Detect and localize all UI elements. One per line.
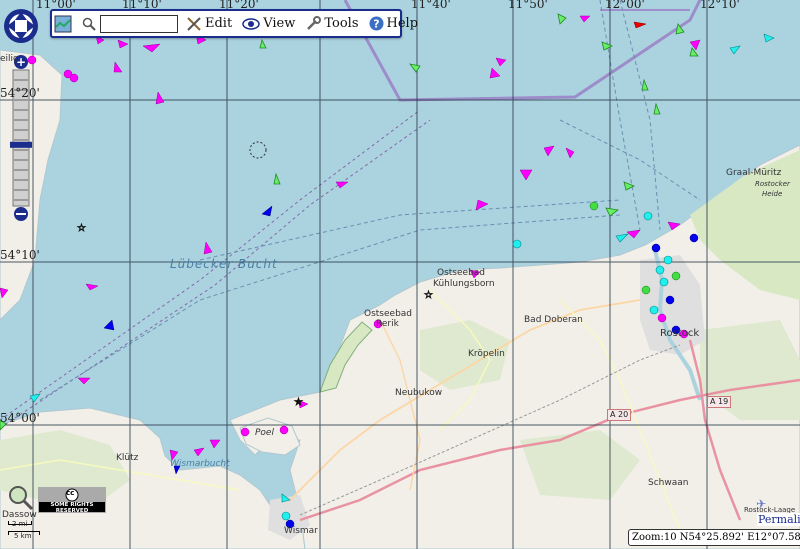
magnifier-icon bbox=[82, 17, 96, 31]
scale-km: 5 km bbox=[14, 532, 32, 540]
place-label: Graal-Müritz bbox=[726, 168, 782, 178]
ship-dot bbox=[589, 201, 599, 211]
place-label: Wismar bbox=[284, 526, 318, 536]
search-button[interactable] bbox=[80, 13, 98, 34]
longitude-label: 11°50' bbox=[508, 0, 548, 11]
cc-symbol: cc bbox=[66, 489, 75, 497]
ship-dot bbox=[279, 425, 289, 435]
longitude-label: 11°20' bbox=[219, 0, 259, 11]
longitude-label: 12°10' bbox=[700, 0, 740, 11]
place-label: Klütz bbox=[116, 453, 139, 463]
search-input[interactable] bbox=[100, 14, 178, 33]
scale-mi: 2 mi bbox=[12, 520, 28, 528]
star-icon: ★ bbox=[294, 397, 303, 408]
ship-dot bbox=[671, 271, 681, 281]
latitude-label: 54°20' bbox=[0, 86, 40, 100]
pan-control[interactable] bbox=[4, 9, 38, 43]
edit-tools-icon bbox=[187, 16, 201, 31]
help-icon: ? bbox=[369, 16, 383, 31]
cc-text: SOME RIGHTS RESERVED bbox=[50, 502, 94, 514]
eye-icon bbox=[242, 17, 260, 30]
ship-dot bbox=[281, 511, 291, 521]
cc-license-badge[interactable]: cc SOME RIGHTS RESERVED bbox=[38, 487, 106, 514]
longitude-label: 11°00' bbox=[36, 0, 76, 11]
place-label: Poel bbox=[255, 428, 274, 438]
ship-dot bbox=[240, 427, 250, 437]
longitude-label: 11°10' bbox=[122, 0, 162, 11]
place-label: Ostseebad bbox=[437, 268, 486, 278]
view-menu-label: View bbox=[263, 16, 296, 31]
ship-dot bbox=[665, 295, 675, 305]
ship-dot bbox=[643, 211, 653, 221]
main-toolbar: Edit View Tools ? Help bbox=[50, 9, 418, 38]
view-menu-button[interactable]: View bbox=[240, 13, 297, 34]
tools-menu-button[interactable]: Tools bbox=[303, 13, 360, 34]
place-label: Rerik bbox=[376, 319, 399, 329]
ship-dot bbox=[657, 313, 667, 323]
svg-text:?: ? bbox=[373, 18, 379, 31]
ship-dot bbox=[655, 265, 665, 275]
place-label: Neubukow bbox=[395, 388, 443, 398]
map-icon bbox=[54, 15, 72, 32]
ship-dot bbox=[651, 243, 661, 253]
zoom-slider-handle[interactable] bbox=[10, 141, 32, 148]
place-label: Rostock bbox=[660, 328, 700, 339]
road-label: A 20 bbox=[607, 409, 632, 421]
longitude-label: 12°00' bbox=[605, 0, 645, 11]
ship-dot bbox=[689, 233, 699, 243]
help-menu-label: Help bbox=[386, 16, 419, 31]
map-layer-button[interactable] bbox=[52, 13, 74, 34]
status-bar: Zoom:10 N54°25.892' E12°07.585' bbox=[628, 529, 800, 546]
tools-menu-label: Tools bbox=[324, 16, 359, 31]
place-label: Wismarbucht bbox=[170, 459, 230, 469]
nautical-map[interactable]: ☆ ☆ ★ ✈ bbox=[0, 0, 800, 549]
star-icon: ☆ bbox=[424, 290, 433, 301]
magnifier-icon[interactable] bbox=[8, 485, 34, 511]
ship-dot bbox=[659, 277, 669, 287]
latitude-label: 54°10' bbox=[0, 248, 40, 262]
zoom-control[interactable]: + bbox=[4, 4, 38, 222]
place-label: Schwaan bbox=[648, 478, 689, 488]
ship-dot bbox=[641, 285, 651, 295]
place-label: Heide bbox=[762, 190, 783, 198]
ship-dot bbox=[663, 255, 673, 265]
place-label: Ostseebad bbox=[364, 309, 413, 319]
help-menu-button[interactable]: ? Help bbox=[367, 13, 421, 34]
place-label: Bad Doberan bbox=[524, 315, 583, 325]
road-label: A 19 bbox=[707, 396, 732, 408]
permalink-link[interactable]: Permalink bbox=[757, 513, 800, 526]
place-label: Kröpelin bbox=[468, 349, 505, 359]
wrench-icon bbox=[307, 15, 322, 30]
scale-bar: 2 mi 5 km bbox=[8, 518, 48, 542]
edit-menu-button[interactable]: Edit bbox=[184, 13, 234, 34]
star-icon: ☆ bbox=[77, 223, 86, 234]
ship-dot bbox=[649, 305, 659, 315]
latitude-label: 54°00' bbox=[0, 411, 40, 425]
zoom-out-button[interactable] bbox=[14, 207, 28, 221]
ship-dot bbox=[69, 73, 79, 83]
ship-dot bbox=[512, 239, 522, 249]
place-label: Kühlungsborn bbox=[433, 279, 495, 289]
longitude-label: 11°40' bbox=[411, 0, 451, 11]
place-label: Rostocker bbox=[755, 180, 790, 188]
edit-menu-label: Edit bbox=[205, 16, 233, 31]
sea-label: Lübecker Bucht bbox=[170, 257, 278, 271]
place-label: eilig bbox=[0, 54, 19, 64]
